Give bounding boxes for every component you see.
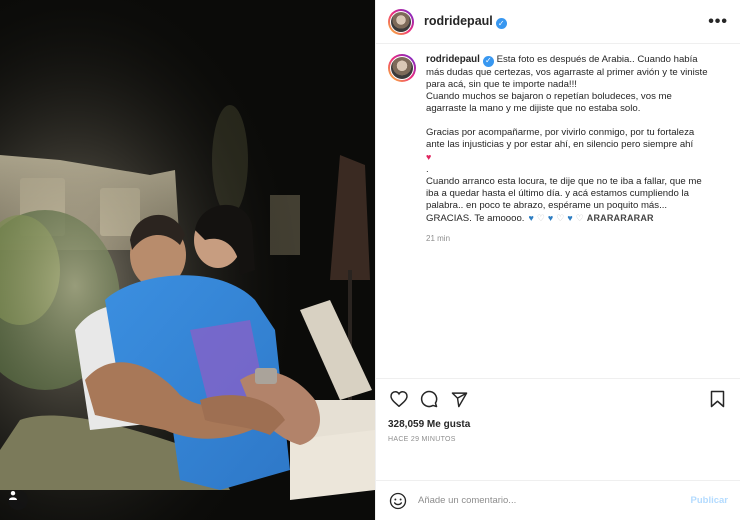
comment-input[interactable]: [418, 495, 691, 506]
post-photo[interactable]: [0, 0, 375, 520]
blue-heart-icon: ♥: [528, 212, 534, 223]
likes-count[interactable]: 328,059 Me gusta: [388, 419, 728, 430]
caption-line: ante las injusticias y por estar ahí, en…: [426, 138, 694, 150]
caption-line: Cuando arranco esta locura, te dije que …: [426, 175, 702, 187]
caption-username[interactable]: rodridepaul: [426, 54, 480, 65]
caption: rodridepaul ✓ Esta foto es después de Ara…: [388, 54, 728, 245]
white-heart-icon: ♡: [556, 212, 565, 223]
blue-heart-icon: ♥: [547, 212, 554, 223]
caption-line: GRACIAS. Te amoooo.: [426, 212, 525, 224]
caption-line: para acá, sin que te importe nada!!!: [426, 78, 577, 90]
caption-line: agarraste la mano y me dijiste que no es…: [426, 102, 641, 114]
share-icon[interactable]: [448, 388, 470, 410]
red-heart-icon: ♥: [426, 151, 432, 162]
verified-icon: ✓: [495, 18, 507, 29]
white-heart-icon: ♡: [536, 212, 545, 223]
photo-scene: [0, 0, 375, 520]
avatar[interactable]: [388, 8, 414, 35]
caption-time: 21 min: [426, 233, 451, 243]
instagram-post: rodridepaul ✓ ••• rodridepaul ✓ Esta foto …: [0, 0, 740, 520]
more-icon[interactable]: •••: [708, 13, 728, 31]
caption-line: Gracias por acompañarme, por vivirlo con…: [426, 126, 695, 138]
comments-section: rodridepaul ✓ Esta foto es después de Ara…: [376, 44, 740, 378]
caption-line: Esta foto es después de Arabia.. Cuando …: [496, 54, 698, 65]
caption-end: ARARARARAR: [586, 212, 654, 223]
heart-icon[interactable]: [388, 388, 410, 410]
caption-line: más dudas que certezas, vos agarraste al…: [426, 66, 708, 78]
post-header: rodridepaul ✓ •••: [376, 0, 740, 44]
emoji-icon[interactable]: [388, 491, 408, 511]
caption-line: iba a quedar hasta el último día. y acá …: [426, 187, 689, 199]
action-icons: [388, 387, 728, 411]
add-comment-bar: Publicar: [376, 480, 740, 520]
publish-button[interactable]: Publicar: [691, 495, 729, 506]
comment-icon[interactable]: [418, 388, 440, 410]
caption-text: rodridepaul ✓ Esta foto es después de Ara…: [426, 54, 708, 243]
posted-time: HACE 29 MINUTOS: [388, 436, 456, 443]
white-heart-icon: ♡: [575, 212, 584, 223]
user-tag-icon[interactable]: [8, 490, 28, 510]
verified-icon: ✓: [482, 55, 494, 67]
bookmark-icon[interactable]: [706, 388, 728, 410]
username[interactable]: rodridepaul ✓: [424, 14, 507, 29]
blue-heart-icon: ♥: [567, 212, 573, 223]
caption-avatar[interactable]: [388, 54, 416, 82]
post-details-panel: rodridepaul ✓ ••• rodridepaul ✓ Esta foto …: [375, 0, 740, 520]
username-text[interactable]: rodridepaul: [424, 14, 493, 28]
caption-line: palabra.. en poco te abrazo, espérame un…: [426, 199, 668, 211]
caption-line: Cuando muchos se bajaron o repetían bolu…: [426, 90, 672, 102]
post-actions: 328,059 Me gusta HACE 29 MINUTOS: [376, 378, 740, 480]
